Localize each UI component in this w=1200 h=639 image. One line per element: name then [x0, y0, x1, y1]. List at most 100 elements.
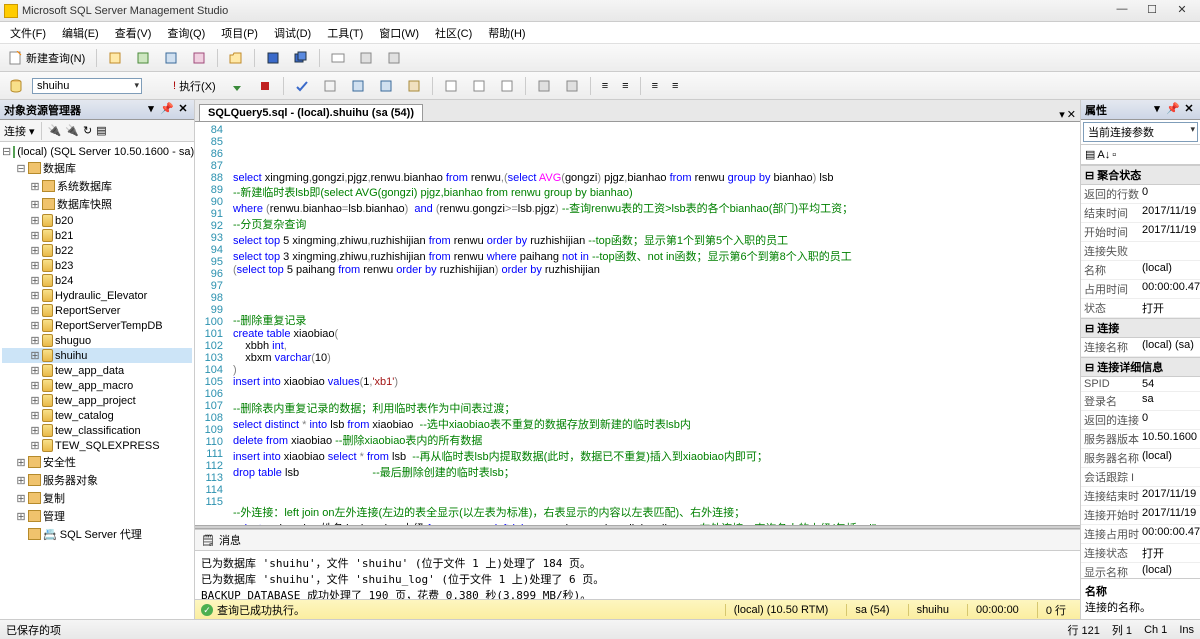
uncomment-icon[interactable]: ≡	[667, 77, 683, 95]
tree-item[interactable]: ⊞系统数据库	[2, 177, 192, 195]
oe-connect-button[interactable]: 连接 ▾	[4, 123, 35, 139]
oe-close-icon[interactable]: ✕	[176, 103, 190, 117]
oe-pin-icon[interactable]: 📌	[160, 103, 174, 117]
tree-toggle-icon[interactable]: ⊞	[16, 456, 26, 469]
property-row[interactable]: 登录名sa	[1081, 392, 1200, 411]
oe-tb-1[interactable]: 🔌	[48, 124, 62, 137]
property-category[interactable]: ⊟ 连接	[1081, 318, 1200, 338]
menu-item[interactable]: 文件(F)	[4, 23, 52, 43]
q-icon-9[interactable]	[560, 76, 584, 96]
menu-item[interactable]: 社区(C)	[429, 23, 478, 43]
tree-item[interactable]: ⊞安全性	[2, 453, 192, 471]
tb-icon-4[interactable]	[187, 48, 211, 68]
tree-item[interactable]: ⊞Hydraulic_Elevator	[2, 288, 192, 303]
q-icon-5[interactable]	[439, 76, 463, 96]
tree-toggle-icon[interactable]: ⊟	[2, 145, 11, 158]
property-row[interactable]: 服务器名称(local)	[1081, 449, 1200, 468]
property-row[interactable]: 连接占用时00:00:00.477	[1081, 525, 1200, 544]
tree-item[interactable]: ⊞b24	[2, 273, 192, 288]
property-row[interactable]: 连接开始时2017/11/19	[1081, 506, 1200, 525]
tree-item[interactable]: ⊞数据库快照	[2, 195, 192, 213]
save-all-icon[interactable]	[289, 48, 313, 68]
property-row[interactable]: 连接状态打开	[1081, 544, 1200, 563]
property-row[interactable]: 返回的行数0	[1081, 185, 1200, 204]
tree-toggle-icon[interactable]: ⊞	[30, 180, 40, 193]
tree-toggle-icon[interactable]: ⊞	[30, 319, 40, 332]
tb-extra-1[interactable]	[326, 48, 350, 68]
tree-item[interactable]: ⊞tew_app_project	[2, 393, 192, 408]
tb-extra-2[interactable]	[354, 48, 378, 68]
tree-toggle-icon[interactable]: ⊞	[30, 304, 40, 317]
tree-item[interactable]: ⊞管理	[2, 507, 192, 525]
menu-item[interactable]: 工具(T)	[321, 23, 369, 43]
code-editor[interactable]: 8485868788899091929394959697989910010110…	[195, 122, 1080, 525]
tree-item[interactable]: ⊞tew_classification	[2, 423, 192, 438]
tree-toggle-icon[interactable]: ⊞	[16, 474, 26, 487]
property-row[interactable]: 会话跟踪 I	[1081, 468, 1200, 487]
tree-item[interactable]: ⊞b20	[2, 213, 192, 228]
q-icon-8[interactable]	[532, 76, 556, 96]
messages-tab[interactable]: 🗒 消息	[195, 530, 1080, 551]
open-icon[interactable]	[224, 48, 248, 68]
debug-icon[interactable]	[225, 76, 249, 96]
property-row[interactable]: SPID54	[1081, 377, 1200, 392]
tree-toggle-icon[interactable]: ⊞	[30, 214, 40, 227]
property-row[interactable]: 连接失败	[1081, 242, 1200, 261]
parse-icon[interactable]	[290, 76, 314, 96]
indent-icon[interactable]: ≡	[597, 77, 613, 95]
property-row[interactable]: 返回的连接0	[1081, 411, 1200, 430]
stop-icon[interactable]	[253, 76, 277, 96]
props-dropdown-icon[interactable]: ▾	[1150, 103, 1164, 117]
menu-item[interactable]: 调试(D)	[268, 23, 317, 43]
menu-item[interactable]: 窗口(W)	[373, 23, 425, 43]
tree-toggle-icon[interactable]: ⊞	[16, 510, 26, 523]
properties-grid[interactable]: ⊟ 聚合状态返回的行数0结束时间2017/11/19开始时间2017/11/19…	[1081, 165, 1200, 578]
tree-item[interactable]: ⊞tew_app_macro	[2, 378, 192, 393]
tb-extra-3[interactable]	[382, 48, 406, 68]
tree-item[interactable]: ⊞b23	[2, 258, 192, 273]
property-row[interactable]: 结束时间2017/11/19	[1081, 204, 1200, 223]
property-row[interactable]: 状态打开	[1081, 299, 1200, 318]
props-az-icon[interactable]: A↓	[1097, 149, 1110, 161]
tree-toggle-icon[interactable]: ⊞	[30, 439, 40, 452]
menu-item[interactable]: 项目(P)	[215, 23, 264, 43]
tree-item[interactable]: ⊞ReportServer	[2, 303, 192, 318]
tree-toggle-icon[interactable]: ⊞	[30, 259, 40, 272]
properties-selector[interactable]: 当前连接参数	[1083, 122, 1198, 142]
tree-toggle-icon[interactable]: ⊞	[30, 394, 40, 407]
property-row[interactable]: 占用时间00:00:00.477	[1081, 280, 1200, 299]
tree-item[interactable]: ⊞shuguo	[2, 333, 192, 348]
tree-toggle-icon[interactable]: ⊞	[30, 424, 40, 437]
property-row[interactable]: 连接结束时2017/11/19	[1081, 487, 1200, 506]
menu-item[interactable]: 查看(V)	[109, 23, 158, 43]
tree-toggle-icon[interactable]: ⊞	[30, 198, 40, 211]
tb-icon-3[interactable]	[159, 48, 183, 68]
property-row[interactable]: 名称(local)	[1081, 261, 1200, 280]
oe-tb-filter[interactable]: ▤	[96, 124, 106, 137]
property-row[interactable]: 连接名称(local) (sa)	[1081, 338, 1200, 357]
tree-toggle-icon[interactable]: ⊞	[16, 492, 26, 505]
tree-item[interactable]: ⊞b22	[2, 243, 192, 258]
tree-toggle-icon[interactable]: ⊞	[30, 349, 40, 362]
q-icon-3[interactable]	[374, 76, 398, 96]
db-icon[interactable]	[4, 76, 28, 96]
tree-item[interactable]: ⊞ReportServerTempDB	[2, 318, 192, 333]
tree-toggle-icon[interactable]: ⊞	[30, 379, 40, 392]
tree-item[interactable]: ⊞tew_catalog	[2, 408, 192, 423]
comment-icon[interactable]: ≡	[647, 77, 663, 95]
new-query-button[interactable]: 新建查询(N)	[4, 47, 90, 69]
close-button[interactable]: ✕	[1168, 3, 1196, 19]
tree-toggle-icon[interactable]: ⊞	[30, 364, 40, 377]
property-category[interactable]: ⊟ 聚合状态	[1081, 165, 1200, 185]
tree-item[interactable]: ⊞服务器对象	[2, 471, 192, 489]
execute-button[interactable]: ! 执行(X)	[168, 75, 221, 97]
oe-dropdown-icon[interactable]: ▾	[144, 103, 158, 117]
minimize-button[interactable]: —	[1108, 3, 1136, 19]
tree-item[interactable]: 📇 SQL Server 代理	[2, 525, 192, 543]
props-page-icon[interactable]: ▫	[1112, 149, 1116, 161]
tree-toggle-icon[interactable]: ⊟	[16, 162, 26, 175]
property-row[interactable]: 服务器版本10.50.1600	[1081, 430, 1200, 449]
tree-toggle-icon[interactable]: ⊞	[30, 409, 40, 422]
tb-icon-2[interactable]	[131, 48, 155, 68]
tree-toggle-icon[interactable]: ⊞	[30, 334, 40, 347]
